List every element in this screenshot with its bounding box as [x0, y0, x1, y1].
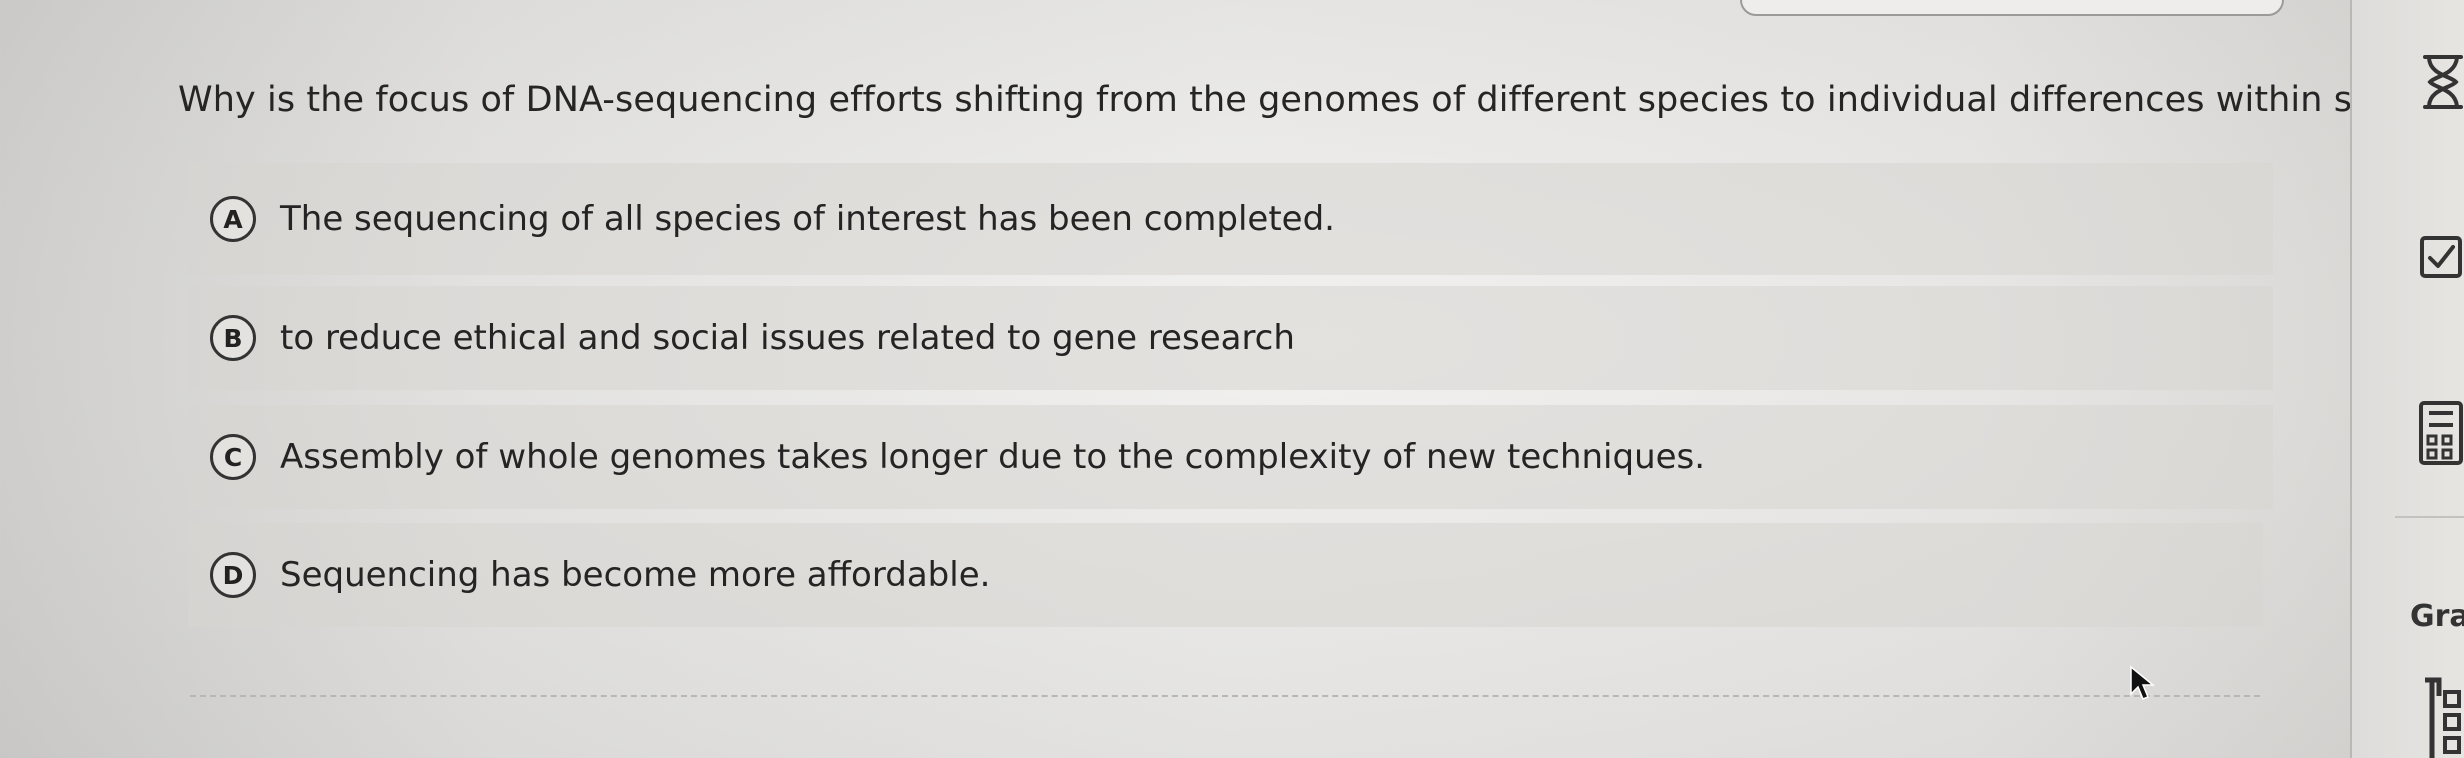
option-letter-d: D: [210, 552, 256, 598]
checkbox-icon[interactable]: [2415, 226, 2464, 286]
option-d[interactable]: D Sequencing has become more affordable.: [188, 523, 2263, 627]
right-tool-sidebar: [2352, 0, 2464, 758]
option-text-d: Sequencing has become more affordable.: [280, 555, 991, 595]
option-letter-a: A: [210, 196, 256, 242]
option-text-a: The sequencing of all species of interes…: [280, 199, 1335, 239]
option-text-c: Assembly of whole genomes takes longer d…: [280, 437, 1706, 477]
grade-label[interactable]: Gra: [2410, 599, 2464, 634]
question-text: Why is the focus of DNA-sequencing effor…: [178, 80, 2464, 120]
answer-divider: [190, 695, 2260, 697]
option-text-b: to reduce ethical and social issues rela…: [280, 318, 1295, 358]
option-letter-b: B: [210, 315, 256, 361]
option-letter-c: C: [210, 434, 256, 480]
mouse-cursor-icon: [2130, 665, 2156, 700]
sidebar-separator: [2395, 516, 2464, 518]
calculator-icon[interactable]: [2415, 398, 2464, 468]
option-b[interactable]: B to reduce ethical and social issues re…: [188, 286, 2273, 390]
option-a[interactable]: A The sequencing of all species of inter…: [188, 163, 2273, 275]
hourglass-icon[interactable]: [2415, 52, 2464, 112]
report-icon[interactable]: [2415, 672, 2464, 758]
question-panel: Why is the focus of DNA-sequencing effor…: [0, 0, 2464, 758]
option-c[interactable]: C Assembly of whole genomes takes longer…: [188, 405, 2273, 509]
